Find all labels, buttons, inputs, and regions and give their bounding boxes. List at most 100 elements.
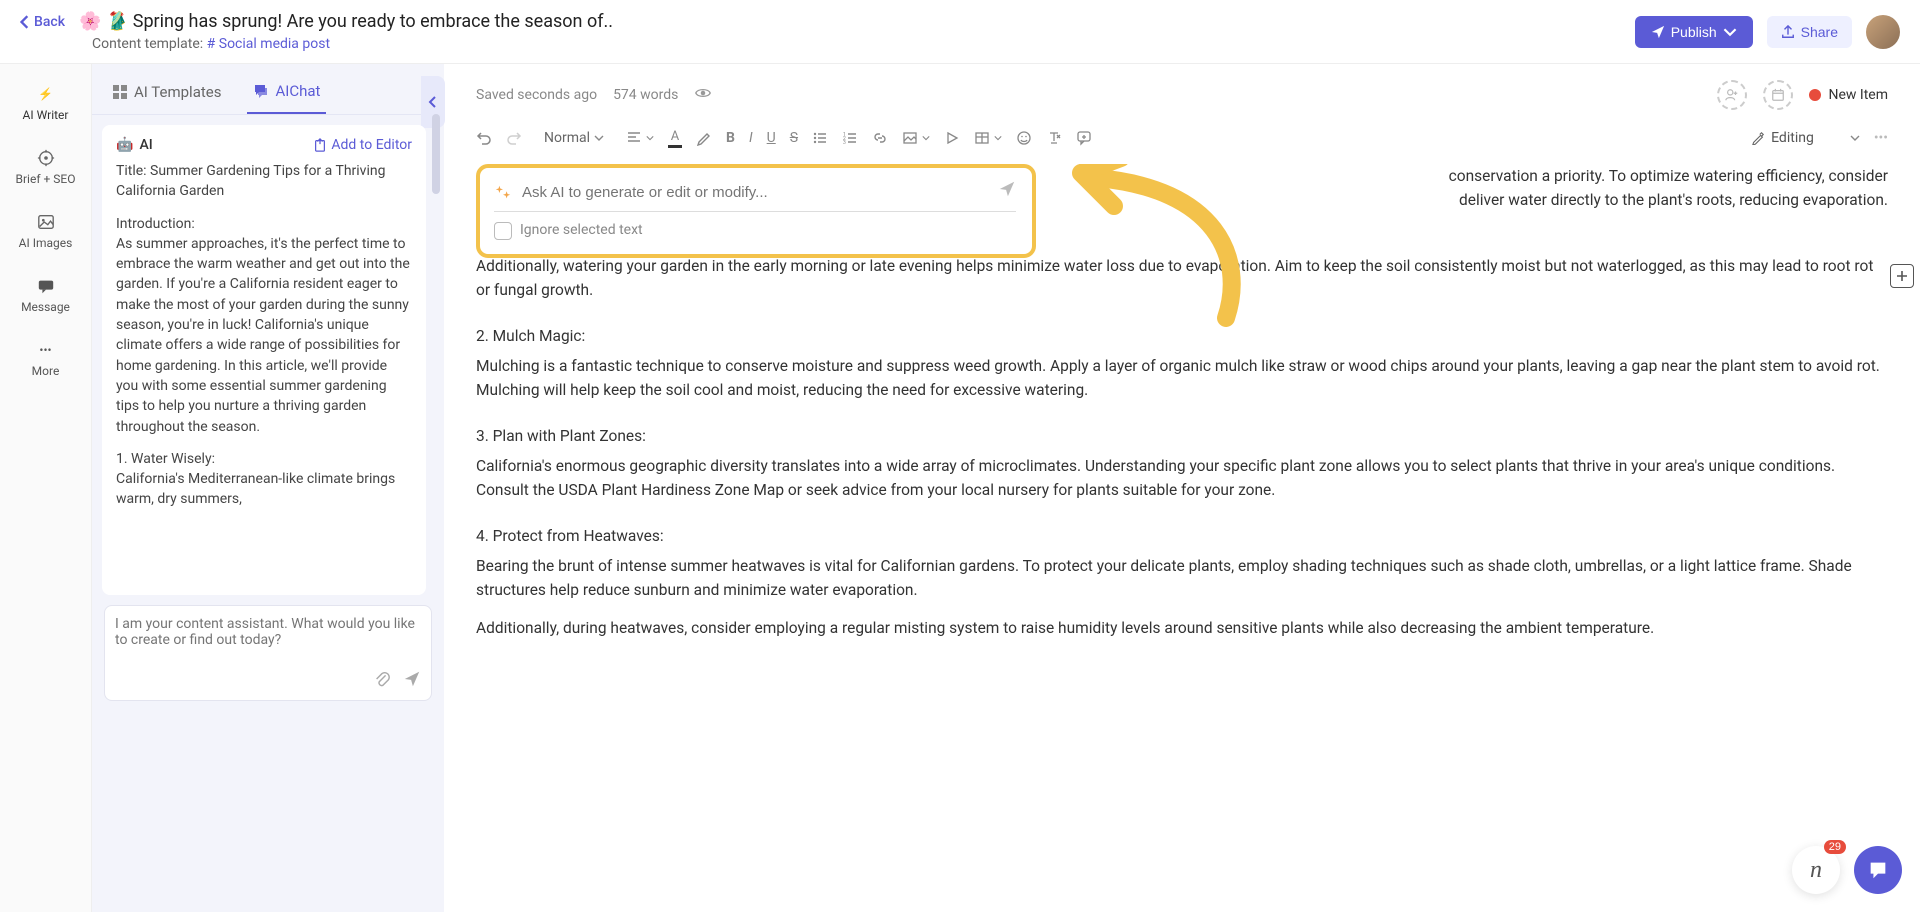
editing-mode-select[interactable]: Editing [1751, 130, 1860, 146]
sparkle-icon [494, 184, 512, 202]
table-icon [974, 130, 990, 146]
share-button[interactable]: Share [1767, 16, 1852, 48]
person-plus-icon [1725, 88, 1739, 102]
align-button[interactable] [626, 130, 654, 146]
add-collaborator-button[interactable] [1717, 80, 1747, 110]
attach-button[interactable] [373, 670, 391, 692]
target-icon [36, 148, 56, 168]
back-label: Back [34, 14, 65, 30]
send-icon [403, 670, 421, 688]
more-toolbar-button[interactable]: ••• [1874, 130, 1888, 146]
rail-more[interactable]: ••• More [0, 334, 91, 384]
chevron-down-icon [594, 133, 604, 143]
help-chat-button[interactable] [1854, 846, 1902, 894]
send-icon [1651, 25, 1665, 39]
chevron-left-icon [428, 96, 438, 108]
content-template-link[interactable]: # Social media post [207, 36, 330, 52]
tab-ai-chat[interactable]: AIChat [247, 74, 326, 114]
chat-input-box [104, 605, 432, 701]
send-button[interactable] [403, 670, 421, 692]
inline-comment-button[interactable] [1890, 264, 1914, 288]
notification-badge: 29 [1824, 840, 1846, 854]
svg-text:3: 3 [843, 140, 846, 146]
plus-icon [1896, 270, 1908, 282]
publish-button[interactable]: Publish [1635, 16, 1753, 48]
rail-brief-seo[interactable]: Brief + SEO [0, 142, 91, 192]
clear-format-button[interactable] [1046, 130, 1062, 146]
comment-plus-icon [1076, 130, 1092, 146]
video-button[interactable] [944, 130, 960, 146]
pencil-icon [1751, 131, 1765, 145]
status-dot-icon [1809, 89, 1821, 101]
panel-scrollbar[interactable] [432, 114, 440, 194]
robot-icon: 🤖 [116, 137, 133, 153]
add-to-editor-label: Add to Editor [331, 137, 412, 153]
left-rail: ⚡ AI Writer Brief + SEO AI Images Messag… [0, 64, 92, 912]
editor-area: Saved seconds ago 574 words New Item [444, 64, 1920, 912]
ai-sec1-head: 1. Water Wisely: [116, 449, 412, 469]
ignore-label: Ignore selected text [520, 220, 643, 242]
saved-status: Saved seconds ago [476, 87, 597, 103]
editor-content[interactable]: Ignore selected text conservation a prio… [444, 164, 1920, 912]
grid-icon [112, 84, 128, 100]
add-to-editor-button[interactable]: Add to Editor [313, 137, 412, 153]
table-button[interactable] [974, 130, 1002, 146]
editing-label: Editing [1771, 130, 1814, 146]
chevron-left-icon [20, 15, 30, 29]
chat-input[interactable] [115, 616, 421, 670]
redo-icon [506, 130, 522, 146]
comment-button[interactable] [1076, 130, 1092, 146]
rail-ai-writer[interactable]: ⚡ AI Writer [0, 78, 91, 128]
text-color-button[interactable]: A [668, 129, 682, 148]
ignore-checkbox[interactable] [494, 222, 512, 240]
link-button[interactable] [872, 130, 888, 146]
strike-button[interactable]: S [790, 130, 798, 146]
page-title: 🌸 🥻 Spring has sprung! Are you ready to … [79, 11, 613, 32]
body-text: Bearing the brunt of intense summer heat… [476, 554, 1888, 602]
text-color-icon: A [668, 129, 682, 148]
ai-sec1-body: California's Mediterranean-like climate … [116, 469, 412, 510]
bold-button[interactable]: B [726, 130, 735, 146]
lightning-icon: ⚡ [36, 84, 56, 104]
ai-prompt-input[interactable] [522, 184, 988, 201]
highlight-icon [696, 130, 712, 146]
rail-ai-images[interactable]: AI Images [0, 206, 91, 256]
bullet-list-button[interactable] [812, 130, 828, 146]
image-button[interactable] [902, 130, 930, 146]
more-icon: ••• [36, 340, 56, 360]
body-text: Additionally, during heatwaves, consider… [476, 616, 1888, 640]
undo-button[interactable] [476, 130, 492, 146]
tab-ai-templates[interactable]: AI Templates [106, 75, 227, 113]
share-label: Share [1801, 24, 1838, 40]
word-count: 574 words [613, 87, 678, 103]
visibility-button[interactable] [694, 84, 712, 106]
paperclip-icon [373, 670, 391, 688]
add-date-button[interactable] [1763, 80, 1793, 110]
content-template-row: Content template: # Social media post [92, 36, 613, 52]
rail-label: More [32, 364, 60, 378]
ai-prompt-send[interactable] [998, 180, 1016, 205]
play-icon [944, 130, 960, 146]
emoji-button[interactable] [1016, 130, 1032, 146]
italic-button[interactable]: I [749, 130, 753, 146]
highlight-button[interactable] [696, 130, 712, 146]
link-icon [872, 130, 888, 146]
chevron-down-icon [1850, 133, 1860, 143]
tab-label: AIChat [275, 82, 320, 100]
message-icon [36, 276, 56, 296]
notifications-button[interactable]: n 29 [1792, 846, 1840, 894]
user-avatar[interactable] [1866, 15, 1900, 49]
style-select[interactable]: Normal [536, 126, 612, 150]
image-icon [36, 212, 56, 232]
underline-button[interactable]: U [767, 130, 776, 146]
ai-intro-label: Introduction: [116, 214, 412, 234]
redo-button[interactable] [506, 130, 522, 146]
status-new-item[interactable]: New Item [1809, 87, 1889, 103]
image-icon [902, 130, 918, 146]
back-button[interactable]: Back [20, 14, 65, 30]
body-text: Additionally, watering your garden in th… [476, 254, 1888, 302]
number-list-button[interactable]: 123 [842, 130, 858, 146]
ai-intro-body: As summer approaches, it's the perfect t… [116, 234, 412, 437]
ai-title-line: Title: Summer Gardening Tips for a Thriv… [116, 161, 412, 202]
rail-message[interactable]: Message [0, 270, 91, 320]
